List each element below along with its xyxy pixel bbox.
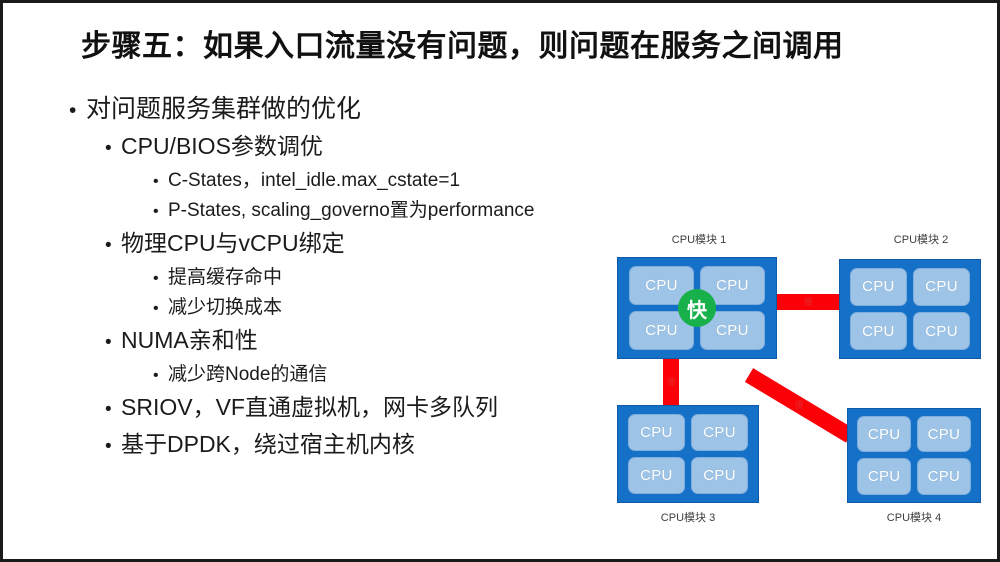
bullet-text: 物理CPU与vCPU绑定 bbox=[121, 230, 345, 256]
bullet-item-l2: • 基于DPDK，绕过宿主机内核 bbox=[105, 427, 649, 464]
bullet-text: 提高缓存命中 bbox=[168, 267, 283, 288]
numa-topology-diagram: CPU模块 1 CPU CPU CPU CPU 快 CPU模块 2 CPU CP… bbox=[601, 231, 997, 531]
cpu-cell: CPU bbox=[690, 456, 749, 495]
bullet-marker-icon: • bbox=[153, 367, 159, 384]
cpu-cell: CPU bbox=[627, 456, 685, 495]
cpu-module-2[interactable]: CPU CPU CPU CPU bbox=[839, 259, 981, 359]
bullet-item-l3: • 减少跨Node的通信 bbox=[153, 360, 649, 390]
bullet-item-l2: • CPU/BIOS参数调优 bbox=[105, 129, 649, 166]
bullet-marker-icon: • bbox=[105, 332, 112, 353]
link-module1-module4: 慢 bbox=[744, 368, 855, 443]
bullet-text: C-States，intel_idle.max_cstate=1 bbox=[168, 170, 461, 191]
link-module1-module2: 慢 bbox=[773, 294, 843, 310]
cpu-cell: CPU bbox=[916, 458, 971, 495]
cpu-grid-2: CPU CPU CPU CPU bbox=[849, 267, 971, 351]
bullet-item-l3: • 减少切换成本 bbox=[153, 293, 649, 323]
module-1-label: CPU模块 1 bbox=[671, 234, 727, 246]
bullet-item-l3: • P-States, scaling_governo置为performance bbox=[153, 196, 649, 226]
bullet-marker-icon: • bbox=[105, 436, 112, 457]
cpu-grid-4: CPU CPU CPU CPU bbox=[857, 416, 971, 495]
bullet-outline: • 对问题服务集群做的优化 • CPU/BIOS参数调优 • C-States，intel… bbox=[69, 91, 649, 464]
bullet-item-l2: • 物理CPU与vCPU绑定 bbox=[105, 226, 649, 263]
bullet-marker-icon: • bbox=[105, 138, 112, 159]
bullet-text: 对问题服务集群做的优化 bbox=[86, 95, 362, 123]
cpu-grid-3: CPU CPU CPU CPU bbox=[627, 413, 749, 495]
bullet-item-l2: • SRIOV，VF直通虚拟机，网卡多队列 bbox=[105, 390, 649, 427]
bullet-item-l1: • 对问题服务集群做的优化 bbox=[69, 91, 649, 129]
bullet-item-l2: • NUMA亲和性 bbox=[105, 323, 649, 360]
cpu-cell: CPU bbox=[849, 267, 907, 306]
module-4-label: CPU模块 4 bbox=[886, 512, 942, 524]
module-3-label: CPU模块 3 bbox=[660, 512, 716, 524]
bullet-marker-icon: • bbox=[69, 99, 77, 122]
cpu-cell: CPU bbox=[912, 267, 971, 306]
bullet-text: CPU/BIOS参数调优 bbox=[121, 133, 323, 159]
bullet-text: 减少切换成本 bbox=[168, 297, 283, 318]
page-title: 步骤五：如果入口流量没有问题，则问题在服务之间调用 bbox=[81, 30, 844, 63]
bullet-text: SRIOV，VF直通虚拟机，网卡多队列 bbox=[121, 394, 498, 420]
cpu-cell: CPU bbox=[857, 458, 911, 495]
cpu-cell: CPU bbox=[849, 311, 907, 351]
cpu-cell: CPU bbox=[916, 416, 971, 453]
cpu-module-4[interactable]: CPU CPU CPU CPU bbox=[847, 408, 981, 503]
link-label: 慢 bbox=[795, 399, 805, 410]
cpu-module-3[interactable]: CPU CPU CPU CPU bbox=[617, 405, 759, 503]
bullet-text: NUMA亲和性 bbox=[121, 327, 258, 353]
link-label: 慢 bbox=[666, 376, 676, 387]
link-label: 慢 bbox=[803, 296, 813, 307]
bullet-item-l3: • 提高缓存命中 bbox=[153, 263, 649, 293]
slide-canvas: 步骤五：如果入口流量没有问题，则问题在服务之间调用 • 对问题服务集群做的优化 • C… bbox=[0, 0, 1000, 562]
bullet-marker-icon: • bbox=[153, 203, 159, 220]
cpu-cell: CPU bbox=[912, 311, 971, 351]
bullet-marker-icon: • bbox=[153, 300, 159, 317]
bullet-text: 基于DPDK，绕过宿主机内核 bbox=[121, 431, 415, 457]
cpu-cell: CPU bbox=[627, 413, 685, 451]
bullet-item-l3: • C-States，intel_idle.max_cstate=1 bbox=[153, 166, 649, 196]
bullet-text: P-States, scaling_governo置为performance bbox=[168, 200, 535, 221]
bullet-marker-icon: • bbox=[105, 235, 112, 256]
bullet-text: 减少跨Node的通信 bbox=[168, 364, 328, 385]
bullet-marker-icon: • bbox=[153, 173, 159, 190]
bullet-marker-icon: • bbox=[105, 399, 112, 420]
bullet-marker-icon: • bbox=[153, 270, 159, 287]
fast-badge: 快 bbox=[678, 289, 716, 327]
link-module1-module3: 慢 bbox=[663, 355, 679, 409]
module-2-label: CPU模块 2 bbox=[893, 234, 949, 246]
cpu-cell: CPU bbox=[857, 416, 911, 453]
cpu-cell: CPU bbox=[690, 413, 749, 451]
